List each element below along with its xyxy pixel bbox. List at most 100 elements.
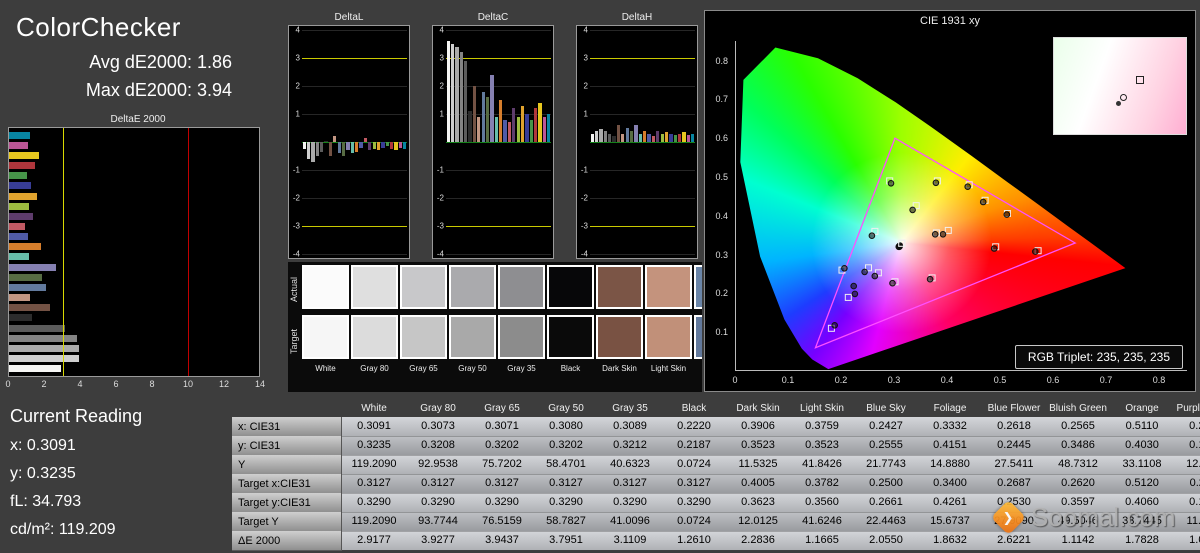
deltaC-plot-area: [446, 30, 551, 254]
delta-bar-yellow: [394, 142, 397, 150]
delta-bar-yellow-green: [517, 117, 520, 142]
x-tick-label: 14: [255, 379, 265, 389]
deltae-bar-row: [9, 243, 259, 251]
table-cell: 14.8880: [918, 455, 982, 475]
y-tick-label: -4: [293, 250, 300, 259]
delta-bar-orange-yellow: [665, 132, 668, 142]
delta-bar-green: [386, 142, 389, 146]
delta-bar-red: [390, 142, 393, 149]
y-tick-label: 0.1: [715, 327, 728, 337]
table-cell: 22.4463: [854, 512, 918, 532]
y-tick-label: -4: [581, 250, 588, 259]
table-cell: 0.3290: [406, 493, 470, 513]
deltae-bar-row: [9, 365, 259, 373]
y-tick-label: 4: [440, 26, 444, 35]
deltaC-chart: DeltaC -4-3-2-11234: [432, 12, 554, 262]
swatch-actual-gray-50: [449, 265, 496, 309]
table-cell: 119.2090: [342, 512, 406, 532]
table-cell: 27.5411: [982, 455, 1046, 475]
delta-bar-magenta: [687, 135, 690, 142]
measured-marker-blue: [832, 323, 838, 329]
avg-de2000-readout: Avg dE2000: 1.86: [0, 52, 232, 73]
swatch-label: White: [302, 359, 349, 375]
delta-bar-white: [447, 41, 450, 142]
deltae-bar-white: [9, 365, 61, 372]
deltaL-bars: [302, 30, 407, 254]
gamut-triangle: [816, 138, 1076, 348]
table-cell: 48.7312: [1046, 455, 1110, 475]
delta-bar-white: [591, 134, 594, 142]
table-cell: 15.6737: [918, 512, 982, 532]
delta-bar-cyan: [691, 134, 694, 142]
table-col-header: Light Skin: [790, 403, 854, 414]
swatch-actual-dark-skin: [596, 265, 643, 309]
delta-bar-red: [678, 134, 681, 142]
table-cell: 12.0125: [726, 512, 790, 532]
delta-bar-cyan: [547, 114, 550, 142]
swatch-label: Gray 50: [449, 359, 496, 375]
deltae-bar-row: [9, 304, 259, 312]
delta-bar-orange-yellow: [377, 142, 380, 150]
table-cell: 0.3127: [406, 474, 470, 494]
delta-bar-red: [534, 108, 537, 142]
table-cell: 0.1987: [1174, 436, 1200, 456]
bar-slot: [403, 30, 407, 254]
target-marker-dark-skin: [945, 227, 951, 233]
swatch-actual-gray-80: [351, 265, 398, 309]
table-cell: 0.4030: [1110, 436, 1174, 456]
table-cell: 119.2090: [342, 455, 406, 475]
cie-x-axis: 00.10.20.30.40.50.60.70.8: [735, 375, 1187, 387]
table-cell: 0.3400: [918, 474, 982, 494]
x-tick-label: 0: [732, 375, 737, 385]
reading-cdm2: cd/m²: 119.209: [10, 521, 142, 539]
delta-bar-blue-flower: [346, 142, 349, 150]
x-tick-label: 0.1: [782, 375, 795, 385]
measured-marker-green: [888, 181, 894, 187]
delta-bar-orange-yellow: [521, 106, 524, 142]
delta-bar-yellow: [538, 103, 541, 142]
table-cell: 0.3073: [406, 417, 470, 437]
y-tick-label: 1: [584, 110, 588, 119]
delta-bar-gray-80: [307, 142, 310, 159]
table-cell: 0.3623: [726, 493, 790, 513]
table-cell: 0.3212: [598, 436, 662, 456]
delta-bar-blue-sky: [338, 142, 341, 153]
deltae-bar-row: [9, 202, 259, 210]
y-tick-label: 0.5: [715, 172, 728, 182]
delta-bar-gray-65: [311, 142, 314, 162]
table-cell: 0.3290: [598, 493, 662, 513]
table-row: Target x:CIE310.31270.31270.31270.31270.…: [232, 474, 1200, 493]
measured-marker-bluish-green: [869, 233, 875, 239]
table-row-label: Y: [232, 455, 342, 475]
delta-bar-purplish-blue: [647, 134, 650, 142]
current-reading-title: Current Reading: [10, 406, 142, 427]
table-cell: 93.7744: [406, 512, 470, 532]
table-cell: 0.2565: [1046, 417, 1110, 437]
x-tick-label: 2: [41, 379, 46, 389]
measured-marker-orange-yellow: [980, 199, 986, 205]
y-tick-label: 3: [296, 54, 300, 63]
delta-bar-black: [324, 141, 327, 142]
table-cell: 1.2610: [662, 531, 726, 551]
delta-bar-black: [468, 111, 471, 142]
bar-slot: [547, 30, 551, 254]
table-cell: 0.3091: [342, 417, 406, 437]
swatch-target-blue-sky: [694, 315, 702, 359]
deltaL-chart: DeltaL -4-3-2-11234: [288, 12, 410, 262]
table-cell: 0.3523: [790, 436, 854, 456]
delta-bar-bluish-green: [495, 117, 498, 142]
table-cell: 1.0480: [1174, 531, 1200, 551]
table-row-label: x: CIE31: [232, 417, 342, 437]
deltae-bar-row: [9, 334, 259, 342]
cie-diagram-title: CIE 1931 xy: [705, 15, 1195, 27]
deltaH-chart: DeltaH -4-3-2-11234: [576, 12, 698, 262]
watermark: ❯ Soomal.com: [996, 502, 1176, 533]
table-col-header: Gray 50: [534, 403, 598, 414]
table-cell: 41.8426: [790, 455, 854, 475]
delta-bar-moderate-red: [508, 122, 511, 142]
table-cell: 1.1142: [1046, 531, 1110, 551]
table-cell: 0.4261: [918, 493, 982, 513]
table-cell: 0.2555: [854, 436, 918, 456]
swatch-label: Gray 35: [498, 359, 545, 375]
table-col-header: Orange: [1110, 403, 1174, 414]
